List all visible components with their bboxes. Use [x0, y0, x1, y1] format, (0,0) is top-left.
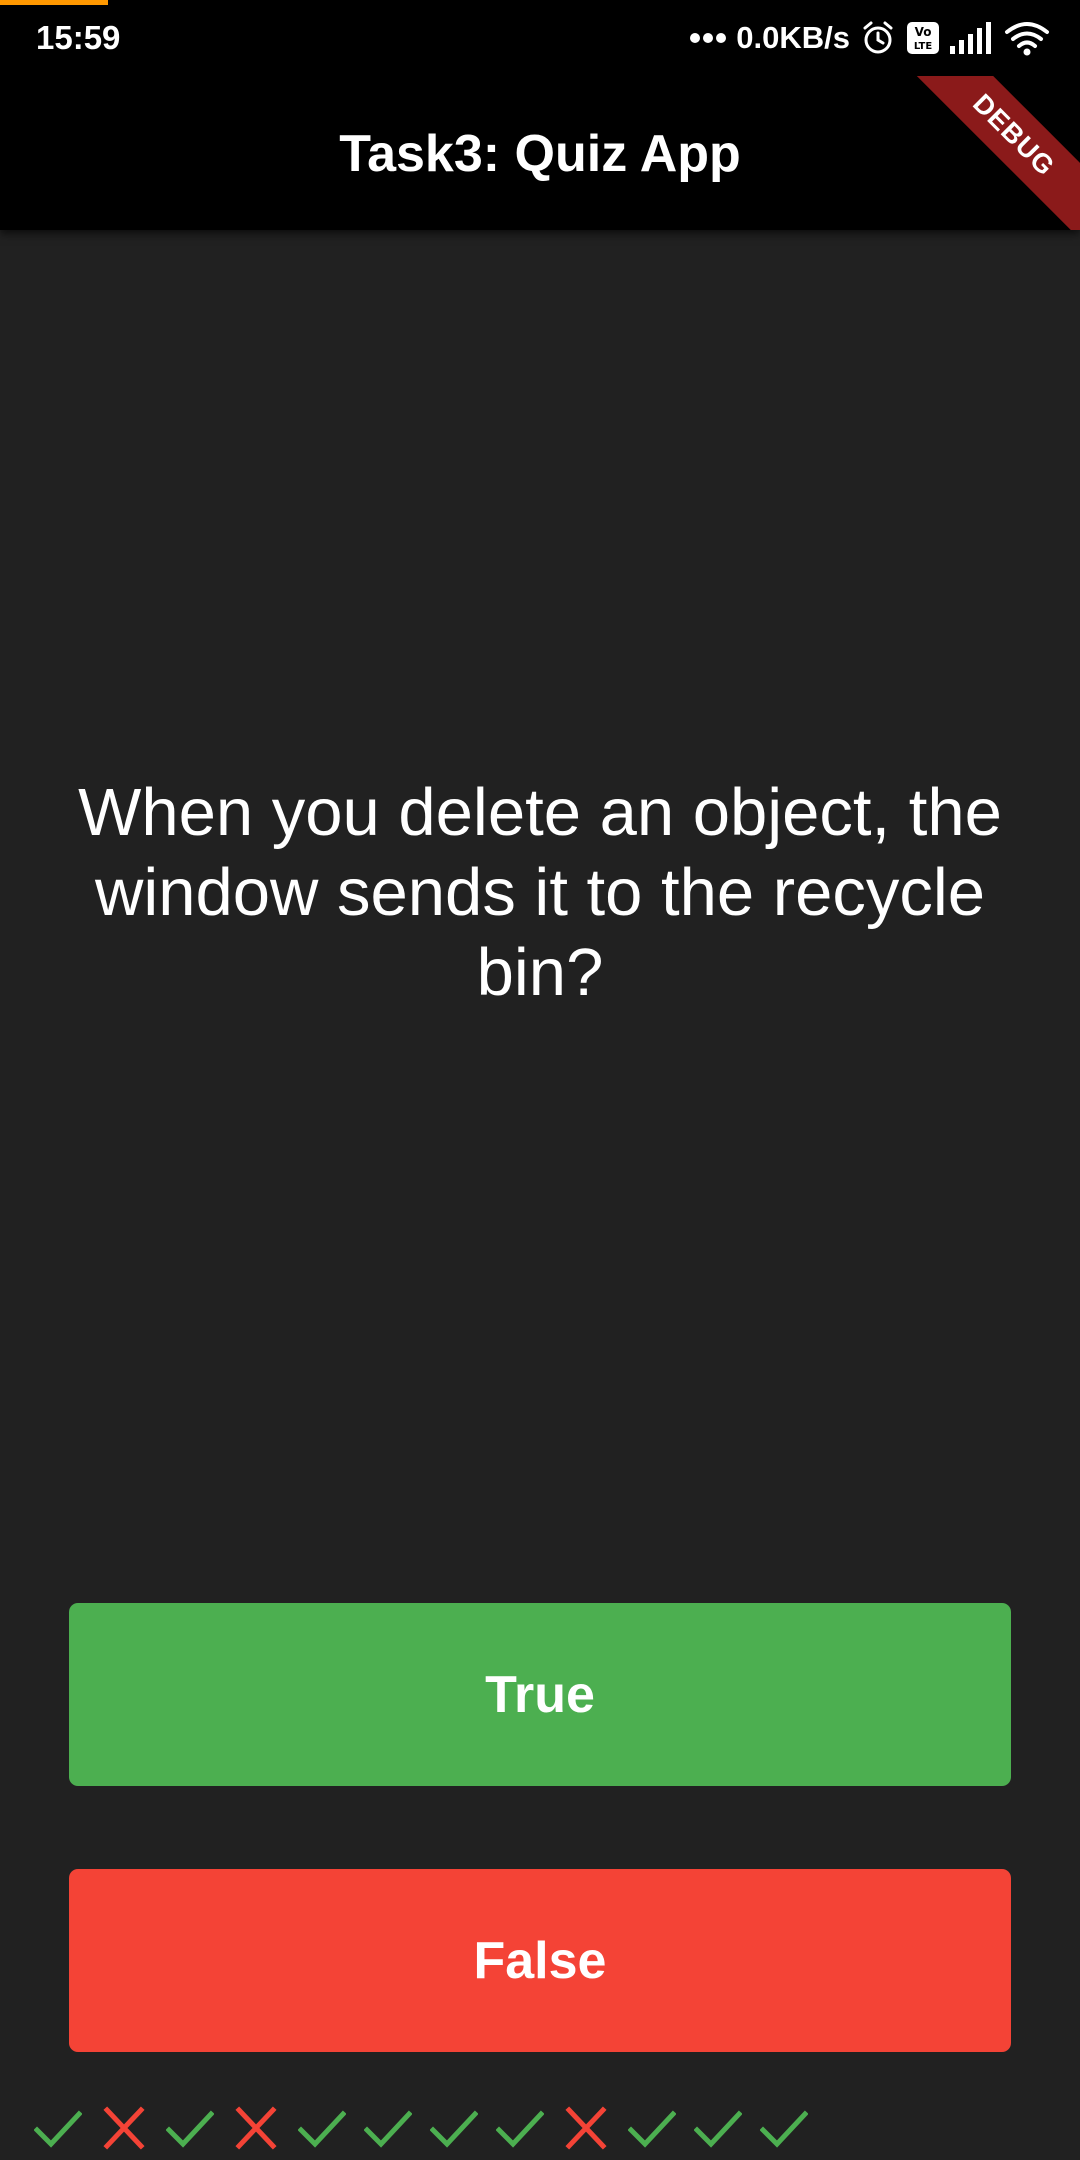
- network-speed: 0.0KB/s: [736, 20, 850, 55]
- close-icon: [235, 2106, 277, 2150]
- check-icon: [496, 2110, 544, 2148]
- close-icon: [565, 2106, 607, 2150]
- check-icon: [430, 2110, 478, 2148]
- volte-icon: Vo LTE: [907, 22, 939, 54]
- check-icon: [364, 2110, 412, 2148]
- question-text: When you delete an object, the window se…: [78, 775, 1002, 1010]
- check-icon: [628, 2110, 676, 2148]
- status-icons: 0.0KB/s Vo LTE: [690, 14, 1050, 62]
- true-button[interactable]: True: [69, 1603, 1011, 1786]
- status-bar: 15:59 0.0KB/s Vo LTE: [0, 0, 1080, 76]
- check-icon: [298, 2110, 346, 2148]
- close-icon: [103, 2106, 145, 2150]
- status-time: 15:59: [36, 19, 121, 56]
- app-bar: Task3: Quiz App DEBUG: [0, 76, 1080, 230]
- check-icon: [694, 2110, 742, 2148]
- check-icon: [166, 2110, 214, 2148]
- check-icon: [34, 2110, 82, 2148]
- check-icon: [760, 2110, 808, 2148]
- false-button[interactable]: False: [69, 1869, 1011, 2052]
- alarm-icon: [863, 21, 893, 54]
- score-keeper: [34, 2105, 808, 2151]
- status-progress-indicator: [0, 0, 108, 5]
- more-dots-icon: [690, 33, 727, 43]
- wifi-icon: [1005, 22, 1049, 56]
- svg-text:Vo: Vo: [915, 25, 932, 39]
- svg-text:LTE: LTE: [914, 41, 933, 52]
- signal-icon: [950, 22, 991, 54]
- app-title: Task3: Quiz App: [339, 125, 741, 183]
